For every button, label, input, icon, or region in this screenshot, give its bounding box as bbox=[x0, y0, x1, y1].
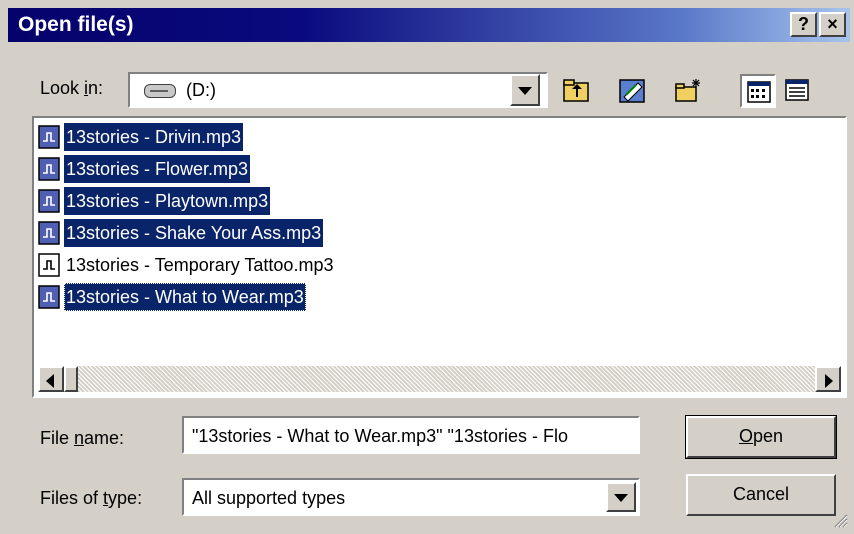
details-view-icon bbox=[785, 79, 809, 101]
chevron-down-icon bbox=[518, 87, 532, 95]
audio-file-icon bbox=[38, 253, 60, 277]
file-name: 13stories - Flower.mp3 bbox=[64, 155, 251, 183]
file-name-value: "13stories - What to Wear.mp3" "13storie… bbox=[192, 426, 568, 446]
up-one-level-icon bbox=[563, 79, 589, 102]
look-in-value: (D:) bbox=[186, 80, 216, 100]
scroll-left-button[interactable] bbox=[38, 366, 64, 392]
list-view-button[interactable] bbox=[740, 74, 776, 108]
desktop-icon bbox=[619, 79, 645, 103]
details-view-button[interactable] bbox=[780, 74, 816, 108]
audio-file-icon bbox=[38, 221, 60, 245]
file-name-input[interactable]: "13stories - What to Wear.mp3" "13storie… bbox=[182, 416, 640, 454]
file-item[interactable]: 13stories - Flower.mp3 bbox=[38, 154, 251, 184]
up-one-level-button[interactable] bbox=[558, 74, 594, 108]
file-name-label: File name: bbox=[40, 428, 125, 448]
file-name: 13stories - Drivin.mp3 bbox=[64, 123, 244, 151]
file-name: 13stories - Playtown.mp3 bbox=[64, 187, 271, 215]
list-view-icon bbox=[747, 81, 771, 103]
scrollbar-thumb[interactable] bbox=[64, 366, 78, 392]
look-in-dropdown-button[interactable] bbox=[510, 74, 540, 106]
open-file-dialog: Open file(s) ? × Look in: (D:) 13stories… bbox=[0, 0, 854, 534]
dialog-title: Open file(s) bbox=[18, 13, 134, 36]
open-button[interactable]: Open bbox=[685, 415, 837, 459]
file-type-dropdown-button[interactable] bbox=[606, 482, 636, 512]
audio-file-icon bbox=[38, 157, 60, 181]
resize-grip-icon[interactable] bbox=[832, 512, 848, 528]
file-type-select[interactable]: All supported types bbox=[182, 478, 640, 516]
file-item[interactable]: 13stories - Drivin.mp3 bbox=[38, 122, 244, 152]
new-folder-button[interactable] bbox=[670, 74, 706, 108]
arrow-left-icon bbox=[46, 374, 54, 388]
file-type-label: Files of type: bbox=[40, 488, 143, 508]
chevron-down-icon bbox=[614, 494, 628, 502]
audio-file-icon bbox=[38, 125, 60, 149]
scroll-right-button[interactable] bbox=[815, 366, 841, 392]
look-in-label: Look in: bbox=[40, 78, 104, 98]
hard-drive-icon bbox=[144, 84, 176, 98]
file-name: 13stories - Shake Your Ass.mp3 bbox=[64, 219, 324, 247]
desktop-button[interactable] bbox=[614, 74, 650, 108]
horizontal-scrollbar[interactable] bbox=[38, 366, 841, 392]
help-button[interactable]: ? bbox=[790, 12, 817, 37]
file-type-value: All supported types bbox=[192, 488, 346, 508]
scrollbar-track[interactable] bbox=[64, 366, 815, 392]
file-name: 13stories - Temporary Tattoo.mp3 bbox=[66, 255, 334, 275]
close-button[interactable]: × bbox=[819, 12, 846, 37]
cancel-button[interactable]: Cancel bbox=[686, 474, 836, 516]
audio-file-icon bbox=[38, 285, 60, 309]
look-in-combo[interactable]: (D:) bbox=[128, 72, 548, 108]
file-list[interactable]: 13stories - Drivin.mp3 13stories - Flower… bbox=[32, 116, 847, 398]
file-item[interactable]: 13stories - What to Wear.mp3 bbox=[38, 282, 306, 312]
file-name: 13stories - What to Wear.mp3 bbox=[64, 283, 306, 311]
audio-file-icon bbox=[38, 189, 60, 213]
file-item[interactable]: 13stories - Shake Your Ass.mp3 bbox=[38, 218, 324, 248]
file-item[interactable]: 13stories - Temporary Tattoo.mp3 bbox=[38, 250, 335, 280]
new-folder-icon bbox=[675, 79, 700, 102]
title-bar[interactable]: Open file(s) ? × bbox=[8, 8, 850, 42]
file-item[interactable]: 13stories - Playtown.mp3 bbox=[38, 186, 271, 216]
arrow-right-icon bbox=[825, 374, 833, 388]
